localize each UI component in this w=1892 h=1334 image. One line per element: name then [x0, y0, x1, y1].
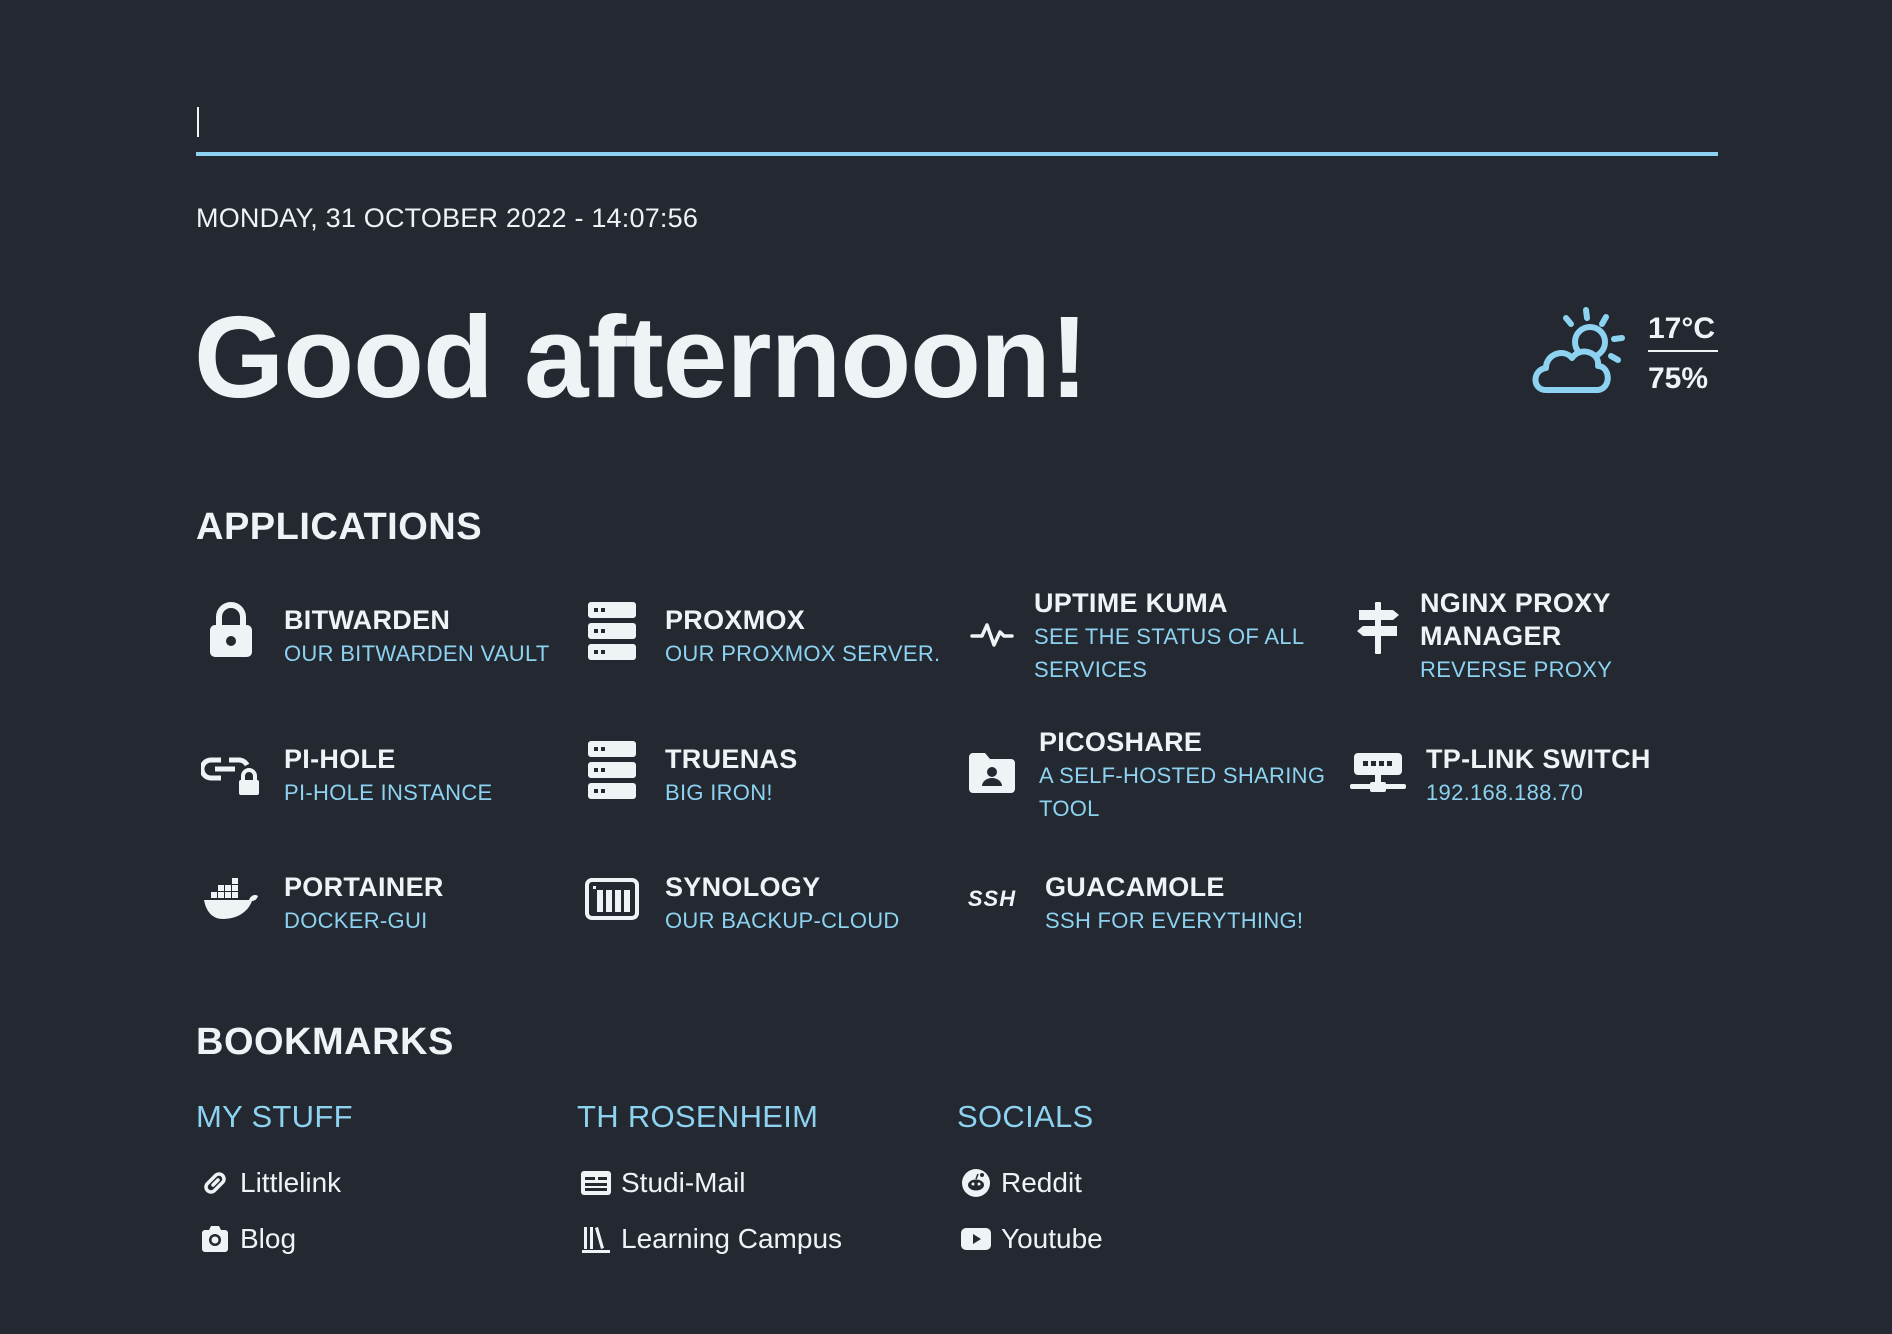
bookmark-label: Littlelink: [240, 1167, 342, 1198]
bookmark-group-title: MY STUFF: [196, 1099, 353, 1134]
app-guacamole[interactable]: SSH GUACAMOLE SSH FOR EVERYTHING!: [957, 871, 1317, 961]
app-pi-hole[interactable]: PI-HOLE PI-HOLE INSTANCE: [196, 743, 556, 833]
link-icon: [198, 1166, 232, 1200]
app-synology[interactable]: SYNOLOGY OUR BACKUP-CLOUD: [577, 871, 937, 961]
app-description: DOCKER-GUI: [284, 908, 428, 933]
text-cursor: [197, 107, 199, 137]
search-input[interactable]: [196, 100, 1718, 156]
bookmark-label: Youtube: [1001, 1223, 1103, 1254]
signpost-icon: [1343, 599, 1413, 657]
temperature: 17°C: [1648, 308, 1718, 352]
app-tp-link-switch[interactable]: TP-LINK SWITCH 192.168.188.70: [1343, 743, 1703, 833]
app-picoshare[interactable]: PICOSHARE A SELF-HOSTED SHARING TOOL: [957, 726, 1325, 821]
weather-widget: 17°C 75%: [1526, 300, 1718, 412]
reddit-icon: [959, 1166, 993, 1200]
bookmark-label: Learning Campus: [621, 1223, 843, 1254]
bookmark-group-title: TH ROSENHEIM: [577, 1099, 819, 1134]
server-icon: [577, 741, 647, 799]
app-description: OUR BACKUP-CLOUD: [665, 908, 900, 933]
app-name: TRUENAS: [665, 744, 798, 774]
bookmark-group-title: SOCIALS: [957, 1099, 1094, 1134]
app-proxmox[interactable]: PROXMOX OUR PROXMOX SERVER.: [577, 602, 941, 694]
app-description: SEE THE STATUS OF ALL: [1034, 624, 1305, 649]
app-portainer[interactable]: PORTAINER DOCKER-GUI: [196, 871, 556, 961]
app-name: BITWARDEN: [284, 605, 451, 635]
camera-icon: [198, 1222, 232, 1256]
heartbeat-icon: [957, 611, 1027, 657]
lock-icon: [196, 602, 266, 657]
date-time: MONDAY, 31 OCTOBER 2022 - 14:07:56: [196, 203, 699, 233]
app-description: REVERSE PROXY: [1420, 657, 1613, 682]
bookmark-learning-campus[interactable]: Learning Campus: [579, 1222, 842, 1256]
startpage: MONDAY, 31 OCTOBER 2022 - 14:07:56 Good …: [0, 0, 1892, 1334]
app-nginx-proxy-manager[interactable]: NGINX PROXY MANAGER REVERSE PROXY: [1343, 587, 1703, 682]
app-description: PI-HOLE INSTANCE: [284, 780, 493, 805]
bookmark-reddit[interactable]: Reddit: [959, 1166, 1082, 1200]
app-name: NGINX PROXY: [1420, 588, 1611, 618]
partly-cloudy-day-icon: [1532, 307, 1625, 393]
app-name: GUACAMOLE: [1045, 872, 1225, 902]
bookmark-label: Studi-Mail: [621, 1167, 746, 1198]
app-name: PORTAINER: [284, 872, 444, 902]
app-name: TP-LINK SWITCH: [1426, 744, 1651, 774]
ssh-icon: SSH: [967, 886, 1017, 911]
app-name: PROXMOX: [665, 605, 806, 635]
applications-heading: APPLICATIONS: [196, 506, 483, 548]
app-name: PICOSHARE: [1039, 727, 1203, 757]
app-description: A SELF-HOSTED SHARING: [1039, 763, 1326, 788]
youtube-icon: [959, 1222, 993, 1256]
server-icon: [577, 602, 647, 660]
app-description: 192.168.188.70: [1426, 780, 1584, 805]
app-description: SERVICES: [1034, 657, 1148, 682]
bookmark-youtube[interactable]: Youtube: [959, 1222, 1103, 1256]
app-name: PI-HOLE: [284, 744, 396, 774]
bookmark-label: Blog: [240, 1223, 297, 1254]
link-lock-icon: [196, 747, 266, 799]
app-uptime-kuma[interactable]: UPTIME KUMA SEE THE STATUS OF ALL SERVIC…: [957, 587, 1317, 682]
app-description: OUR PROXMOX SERVER.: [665, 641, 941, 666]
bookmark-blog[interactable]: Blog: [198, 1222, 296, 1256]
app-name: SYNOLOGY: [665, 872, 821, 902]
bookmark-label: Reddit: [1001, 1167, 1082, 1198]
app-name: UPTIME KUMA: [1034, 588, 1228, 618]
network-switch-icon: [1343, 747, 1413, 799]
app-description: BIG IRON!: [665, 780, 773, 805]
app-description: TOOL: [1039, 796, 1100, 821]
app-description: OUR BITWARDEN VAULT: [284, 641, 550, 666]
app-description: SSH FOR EVERYTHING!: [1045, 908, 1304, 933]
nas-icon: [577, 871, 647, 927]
bookmarks-heading: BOOKMARKS: [196, 1021, 454, 1063]
bookmark-littlelink[interactable]: Littlelink: [198, 1166, 341, 1200]
app-name: MANAGER: [1420, 621, 1562, 651]
bookmark-studi-mail[interactable]: Studi-Mail: [579, 1166, 745, 1200]
greeting-heading: Good afternoon!: [194, 292, 1089, 422]
humidity: 75%: [1648, 362, 1709, 395]
folder-user-icon: [957, 746, 1027, 798]
app-truenas[interactable]: TRUENAS BIG IRON!: [577, 741, 937, 833]
docker-icon: [196, 871, 266, 927]
library-icon: [579, 1222, 613, 1256]
id-card-icon: [579, 1166, 613, 1200]
app-bitwarden[interactable]: BITWARDEN OUR BITWARDEN VAULT: [196, 602, 556, 694]
